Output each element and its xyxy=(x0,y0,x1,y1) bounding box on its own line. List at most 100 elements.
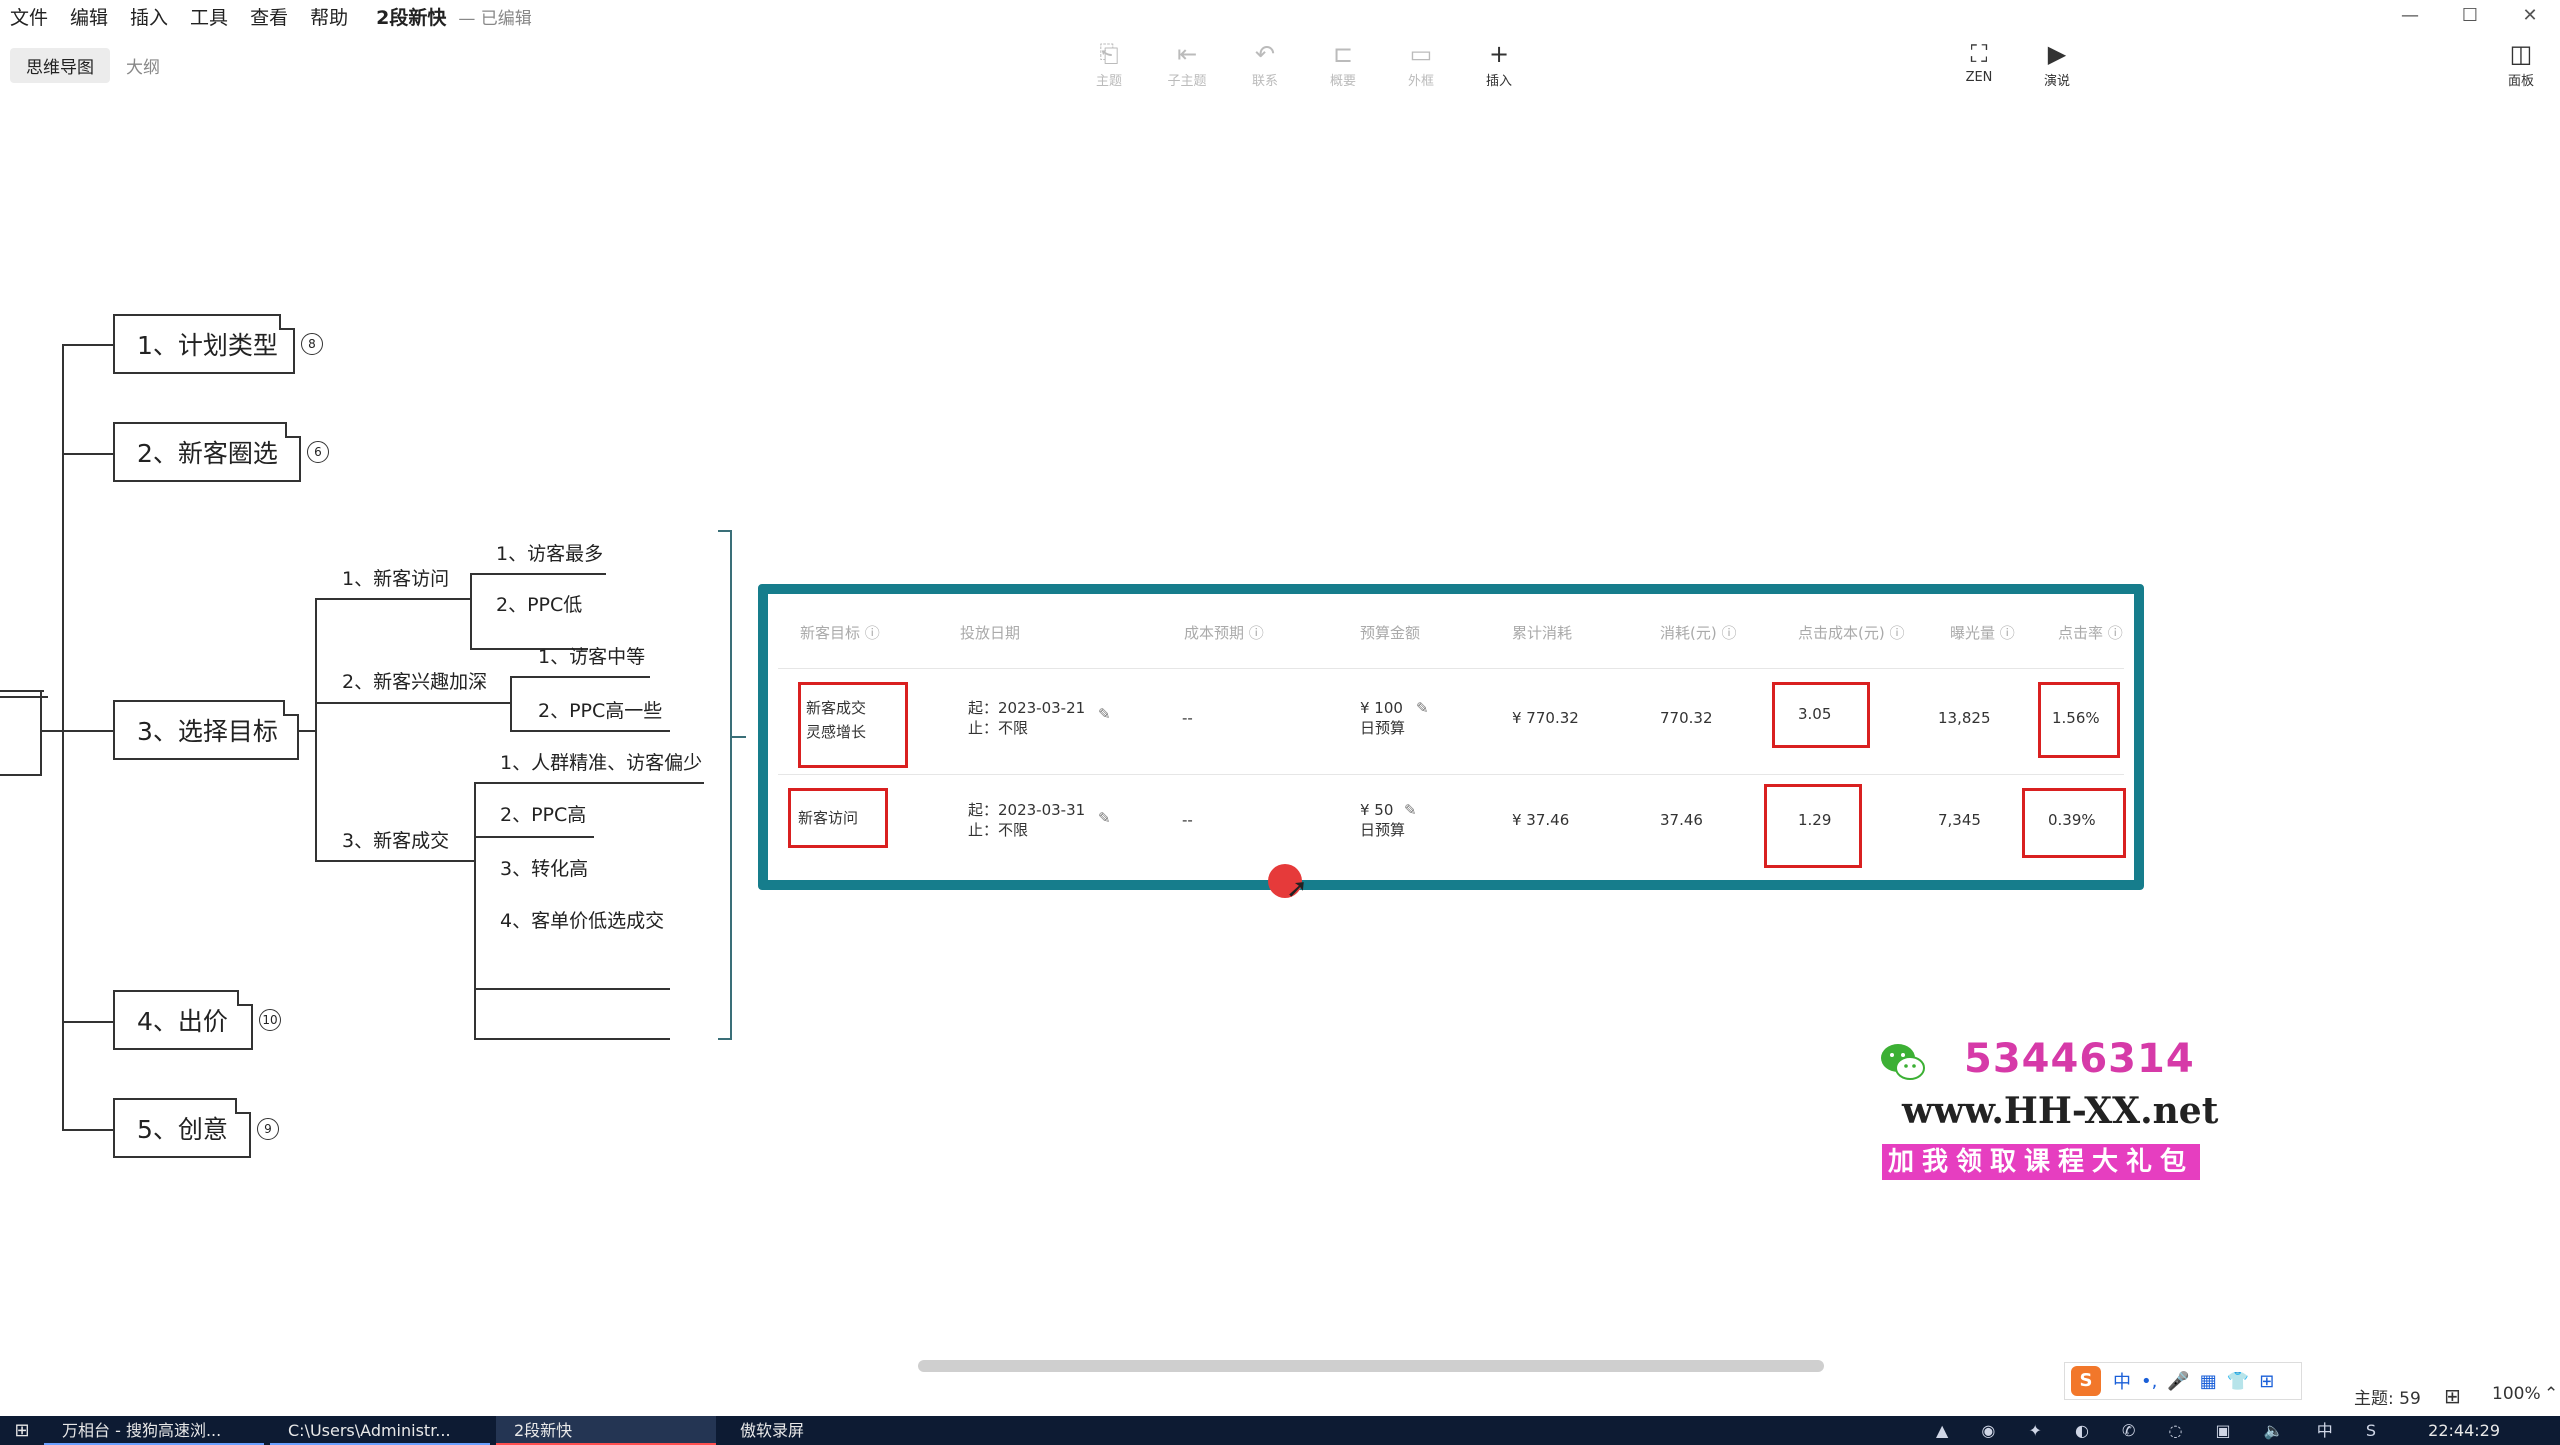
task-browser[interactable]: 万相台 - 搜狗高速浏... xyxy=(44,1416,264,1445)
zen-icon: ⛶ xyxy=(1970,40,1988,68)
menu-file[interactable]: 文件 xyxy=(10,3,48,30)
row-divider xyxy=(778,774,2124,775)
relation-button[interactable]: ↶ 联系 xyxy=(1226,40,1304,89)
menu-edit[interactable]: 编辑 xyxy=(70,3,108,30)
campaign-table-image: 新客目标 ⓘ 投放日期 成本预期 ⓘ 预算金额 累计消耗 消耗(元) ⓘ 点击成… xyxy=(758,584,2144,890)
branch-vertical xyxy=(315,598,317,860)
row1-cpc: 3.05 xyxy=(1798,705,1832,723)
branch-new-deal[interactable]: 3、新客成交 xyxy=(342,829,449,853)
branch-interest-deep[interactable]: 2、新客兴趣加深 xyxy=(342,670,487,694)
menu-help[interactable]: 帮助 xyxy=(310,3,348,30)
insert-icon: + xyxy=(1488,40,1510,68)
row1-cost-expect: -- xyxy=(1182,709,1193,727)
col-header: 预算金额 xyxy=(1360,624,1421,642)
topic-select-target-label: 3、选择目标 xyxy=(137,717,278,746)
leaf-low-price-deal[interactable]: 4、客单价低选成交 xyxy=(500,909,664,933)
clock[interactable]: 22:44:29 xyxy=(2428,1416,2500,1445)
document-title: 2段新快 xyxy=(376,6,447,29)
task-recorder[interactable]: 傲软录屏 xyxy=(722,1416,922,1445)
topic-count-badge[interactable]: 6 xyxy=(307,441,329,463)
edit-icon: ✎ xyxy=(1404,801,1417,819)
horizontal-scrollbar[interactable] xyxy=(918,1360,1824,1372)
branch-3-children-line xyxy=(474,782,476,1038)
watermark-qq: 53446314 xyxy=(1964,1036,2195,1082)
topic-plan-type[interactable]: 1、计划类型 xyxy=(113,314,295,374)
task-xmind[interactable]: 2段新快 xyxy=(496,1416,716,1445)
zoom-toggle-icon[interactable]: ⌃ xyxy=(2544,1384,2558,1404)
zoom-level[interactable]: 100% xyxy=(2492,1384,2541,1404)
boundary-icon: ▭ xyxy=(1409,40,1433,68)
insert-button[interactable]: + 插入 xyxy=(1460,40,1538,89)
row2-ctr: 0.39% xyxy=(2048,811,2096,829)
row1-spend: 770.32 xyxy=(1660,709,1713,727)
leaf-precise-crowd[interactable]: 1、人群精准、访客偏少 xyxy=(500,751,702,775)
zen-button[interactable]: ⛶ ZEN xyxy=(1940,40,2018,89)
view-tabs: 思维导图 大纲 xyxy=(10,48,176,83)
branch-1-underline xyxy=(315,598,471,600)
watermark-site: www.HH-XX.net xyxy=(1902,1090,2219,1132)
leaf-ppc-low[interactable]: 2、PPC低 xyxy=(496,593,582,617)
col-header: 点击率 ⓘ xyxy=(2058,624,2123,642)
row1-goal: 新客成交 xyxy=(806,699,867,717)
cursor-icon: ➚ xyxy=(1286,874,1308,904)
app-window: 文件 编辑 插入 工具 查看 帮助 2段新快 — 已编辑 — ☐ ✕ 思维导图 … xyxy=(0,0,2560,1445)
panel-button[interactable]: ◫ 面板 xyxy=(2482,40,2560,89)
menu-insert[interactable]: 插入 xyxy=(130,3,168,30)
system-tray[interactable]: ▲ ◉ ✦ ◐ ✆ ◌ ▣ 🔈 中 S xyxy=(1936,1416,2390,1445)
close-button[interactable]: ✕ xyxy=(2500,0,2560,32)
topic-select-target[interactable]: 3、选择目标 xyxy=(113,700,299,760)
topic-count-badge[interactable]: 9 xyxy=(257,1118,279,1140)
present-label: 演说 xyxy=(2043,74,2070,89)
branch-new-visit[interactable]: 1、新客访问 xyxy=(342,567,449,591)
subtopic-button[interactable]: ⇤ 子主题 xyxy=(1148,40,1226,89)
topic-new-customer[interactable]: 2、新客圈选 xyxy=(113,422,301,482)
topic-button[interactable]: ⎗ 主题 xyxy=(1070,40,1148,89)
row2-cost-expect: -- xyxy=(1182,811,1193,829)
topic-bid-label: 4、出价 xyxy=(137,1007,228,1036)
leaf-underline xyxy=(474,1038,670,1040)
map-icon[interactable]: ⊞ xyxy=(2444,1384,2461,1408)
maximize-button[interactable]: ☐ xyxy=(2440,0,2500,32)
leaf-visit-most[interactable]: 1、访客最多 xyxy=(496,542,603,566)
connector-topic-2 xyxy=(62,453,114,455)
windows-start-icon[interactable]: ⊞ xyxy=(0,1420,44,1441)
task-explorer[interactable]: C:\Users\Administr... xyxy=(270,1416,490,1445)
insert-label: 插入 xyxy=(1485,74,1512,89)
topic-bid[interactable]: 4、出价 xyxy=(113,990,253,1050)
boundary-button[interactable]: ▭ 外框 xyxy=(1382,40,1460,89)
trunk-line xyxy=(62,344,64,1130)
connector-topic-4 xyxy=(62,1021,114,1023)
mindmap-canvas[interactable]: 1、计划类型 8 2、新客圈选 6 3、选择目标 4、出价 10 5、创意 9 … xyxy=(0,96,2560,1356)
tab-outline[interactable]: 大纲 xyxy=(110,48,176,83)
topic-creative[interactable]: 5、创意 xyxy=(113,1098,251,1158)
topic-icon: ⎗ xyxy=(1099,40,1119,68)
leaf-visit-medium[interactable]: 1、访客中等 xyxy=(538,645,645,669)
minimize-button[interactable]: — xyxy=(2380,0,2440,32)
row2-impressions: 7,345 xyxy=(1938,811,1981,829)
topic-count-badge[interactable]: 8 xyxy=(301,333,323,355)
present-button[interactable]: ▶ 演说 xyxy=(2018,40,2096,89)
row1-tag: 灵感增长 xyxy=(806,723,867,741)
topic-count: 主题: 59 xyxy=(2354,1389,2421,1409)
branch-1-children-line xyxy=(470,573,472,648)
leaf-conversion-high[interactable]: 3、转化高 xyxy=(500,857,588,881)
row2-goal: 新客访问 xyxy=(798,809,859,827)
root-node[interactable] xyxy=(0,690,42,776)
topic-plan-type-label: 1、计划类型 xyxy=(137,331,278,360)
menu-tools[interactable]: 工具 xyxy=(190,3,228,30)
connector-topic-5 xyxy=(62,1129,114,1131)
menu-view[interactable]: 查看 xyxy=(250,3,288,30)
summary-bracket[interactable] xyxy=(718,530,732,1040)
toolbar-panel: ◫ 面板 xyxy=(2482,40,2560,89)
col-header: 成本预期 ⓘ xyxy=(1184,624,1264,642)
row1-date-end: 止：不限 xyxy=(968,719,1029,737)
tab-mindmap[interactable]: 思维导图 xyxy=(10,48,110,83)
branch-3-underline xyxy=(315,860,475,862)
col-header: 新客目标 ⓘ xyxy=(800,624,880,642)
summary-button[interactable]: ⊏ 概要 xyxy=(1304,40,1382,89)
leaf-ppc-high[interactable]: 2、PPC高 xyxy=(500,803,586,827)
topic-count-badge[interactable]: 10 xyxy=(259,1009,281,1031)
row1-date-start: 起：2023-03-21 xyxy=(968,699,1086,717)
leaf-ppc-higher[interactable]: 2、PPC高一些 xyxy=(538,699,662,723)
row2-date-end: 止：不限 xyxy=(968,821,1029,839)
